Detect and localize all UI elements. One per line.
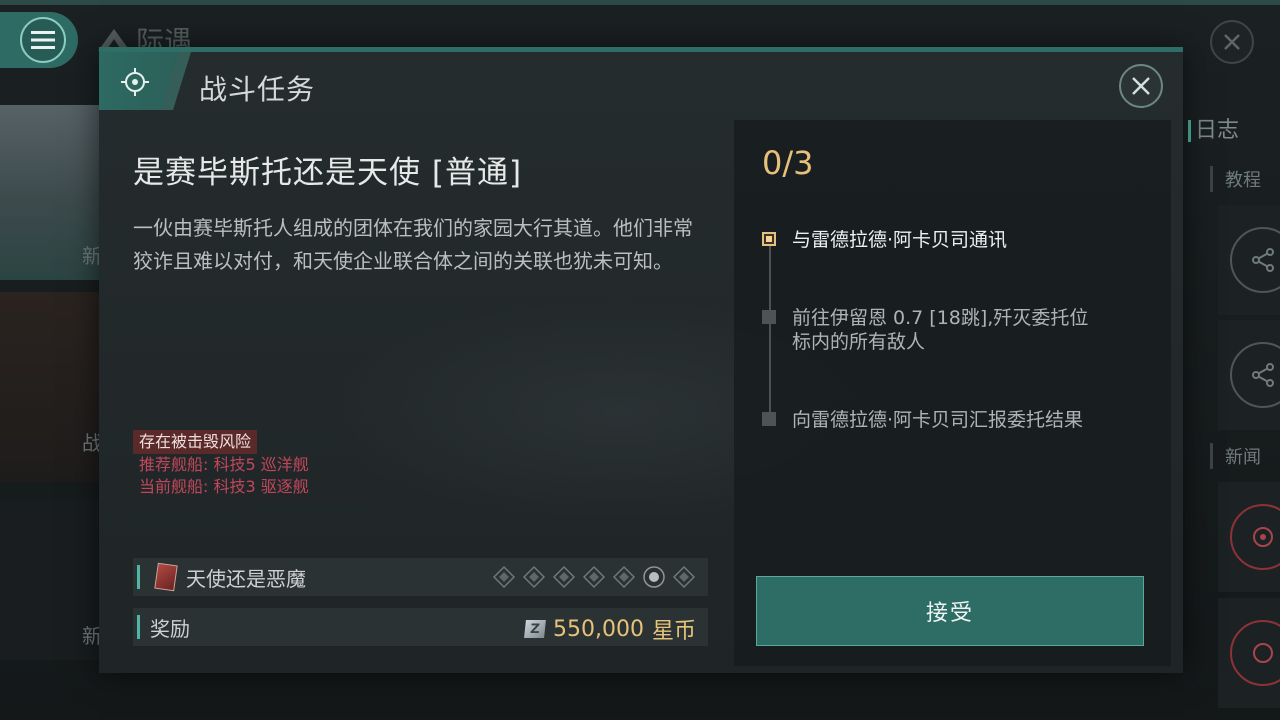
risk-tag: 存在被击毁风险 bbox=[133, 430, 258, 454]
section-news: 新闻 bbox=[1210, 443, 1261, 469]
chain-progress-slots bbox=[492, 565, 696, 589]
reward-value: Z 550,000 星币 bbox=[524, 613, 696, 645]
reward-amount: 550,000 bbox=[553, 616, 644, 642]
log-panel-title-text: 日志 bbox=[1195, 118, 1240, 143]
reward-unit: 星币 bbox=[651, 619, 696, 644]
title-accent bbox=[1188, 120, 1191, 142]
objective-text: 向雷德拉德·阿卡贝司汇报委托结果 bbox=[792, 409, 1084, 431]
close-icon bbox=[1224, 34, 1240, 50]
chain-slot-icon bbox=[582, 565, 606, 589]
current-ship: 当前舰船: 科技3 驱逐舰 bbox=[139, 477, 309, 496]
objective-item: 前往伊留恩 0.7 [18跳],歼灭委托位标内的所有敌人 bbox=[762, 306, 1092, 354]
objective-marker-active bbox=[762, 232, 776, 246]
mission-card-icon bbox=[154, 562, 178, 592]
chain-slot-icon bbox=[552, 565, 576, 589]
mission-chain-label: 天使还是恶魔 bbox=[186, 566, 306, 591]
menu-icon bbox=[20, 17, 66, 63]
chain-slot-icon bbox=[492, 565, 516, 589]
accept-button[interactable]: 接受 bbox=[756, 576, 1144, 646]
section-tutorial: 教程 bbox=[1210, 166, 1261, 192]
objective-text: 与雷德拉德·阿卡贝司通讯 bbox=[792, 229, 1008, 251]
background-close-button[interactable] bbox=[1210, 20, 1254, 64]
dialog-header: 战斗任务 bbox=[99, 52, 1183, 110]
objective-item: 向雷德拉德·阿卡贝司汇报委托结果 bbox=[762, 408, 1092, 432]
chain-slot-icon bbox=[672, 565, 696, 589]
close-icon bbox=[1132, 77, 1150, 95]
left-card-1[interactable]: 新 bbox=[0, 105, 102, 280]
recommended-ship: 推荐舰船: 科技5 巡洋舰 bbox=[139, 455, 309, 474]
risk-warning: 存在被击毁风险 推荐舰船: 科技5 巡洋舰 当前舰船: 科技3 驱逐舰 bbox=[133, 430, 309, 498]
objective-marker bbox=[762, 412, 776, 426]
mission-chain-row[interactable]: 天使还是恶魔 bbox=[133, 558, 708, 596]
objective-text: 前往伊留恩 0.7 [18跳],歼灭委托位标内的所有敌人 bbox=[792, 307, 1089, 353]
chain-slot-filled-icon bbox=[642, 565, 666, 589]
chain-slot-icon bbox=[522, 565, 546, 589]
chain-slot-icon bbox=[612, 565, 636, 589]
target-icon bbox=[1230, 620, 1280, 686]
crosshair-icon bbox=[121, 68, 149, 96]
dialog-title: 战斗任务 bbox=[199, 73, 316, 106]
reward-row: 奖励 Z 550,000 星币 bbox=[133, 608, 708, 646]
objectives-panel: 0/3 与雷德拉德·阿卡贝司通讯 前往伊留恩 0.7 [18跳],歼灭委托位标内… bbox=[734, 120, 1171, 666]
tutorial-card-1[interactable] bbox=[1218, 205, 1280, 315]
left-card-2[interactable]: 战 bbox=[0, 292, 102, 482]
combat-mission-dialog: 战斗任务 是赛毕斯托还是天使 [普通] 一伙由赛毕斯托人组成的团体在我们的家园大… bbox=[99, 47, 1183, 673]
share-icon bbox=[1230, 227, 1280, 293]
row-accent bbox=[137, 565, 140, 589]
row-accent bbox=[137, 615, 140, 639]
mission-description: 一伙由赛毕斯托人组成的团体在我们的家园大行其道。他们非常狡诈且难以对付，和天使企… bbox=[133, 216, 693, 273]
mission-title: 是赛毕斯托还是天使 [普通] bbox=[133, 155, 523, 191]
star-coin-icon: Z bbox=[524, 620, 546, 638]
news-card-1[interactable] bbox=[1218, 482, 1280, 592]
target-icon bbox=[1230, 504, 1280, 570]
share-icon bbox=[1230, 342, 1280, 408]
news-card-2[interactable] bbox=[1218, 598, 1280, 708]
reward-label: 奖励 bbox=[150, 616, 190, 641]
objective-progress: 0/3 bbox=[762, 144, 814, 182]
objective-item: 与雷德拉德·阿卡贝司通讯 bbox=[762, 228, 1092, 252]
dialog-close-button[interactable] bbox=[1119, 64, 1163, 108]
log-panel-title: 日志 bbox=[1188, 112, 1239, 144]
tutorial-card-2[interactable] bbox=[1218, 320, 1280, 430]
objective-marker bbox=[762, 310, 776, 324]
left-card-3[interactable]: 新 bbox=[0, 500, 102, 660]
menu-button[interactable] bbox=[0, 12, 78, 68]
